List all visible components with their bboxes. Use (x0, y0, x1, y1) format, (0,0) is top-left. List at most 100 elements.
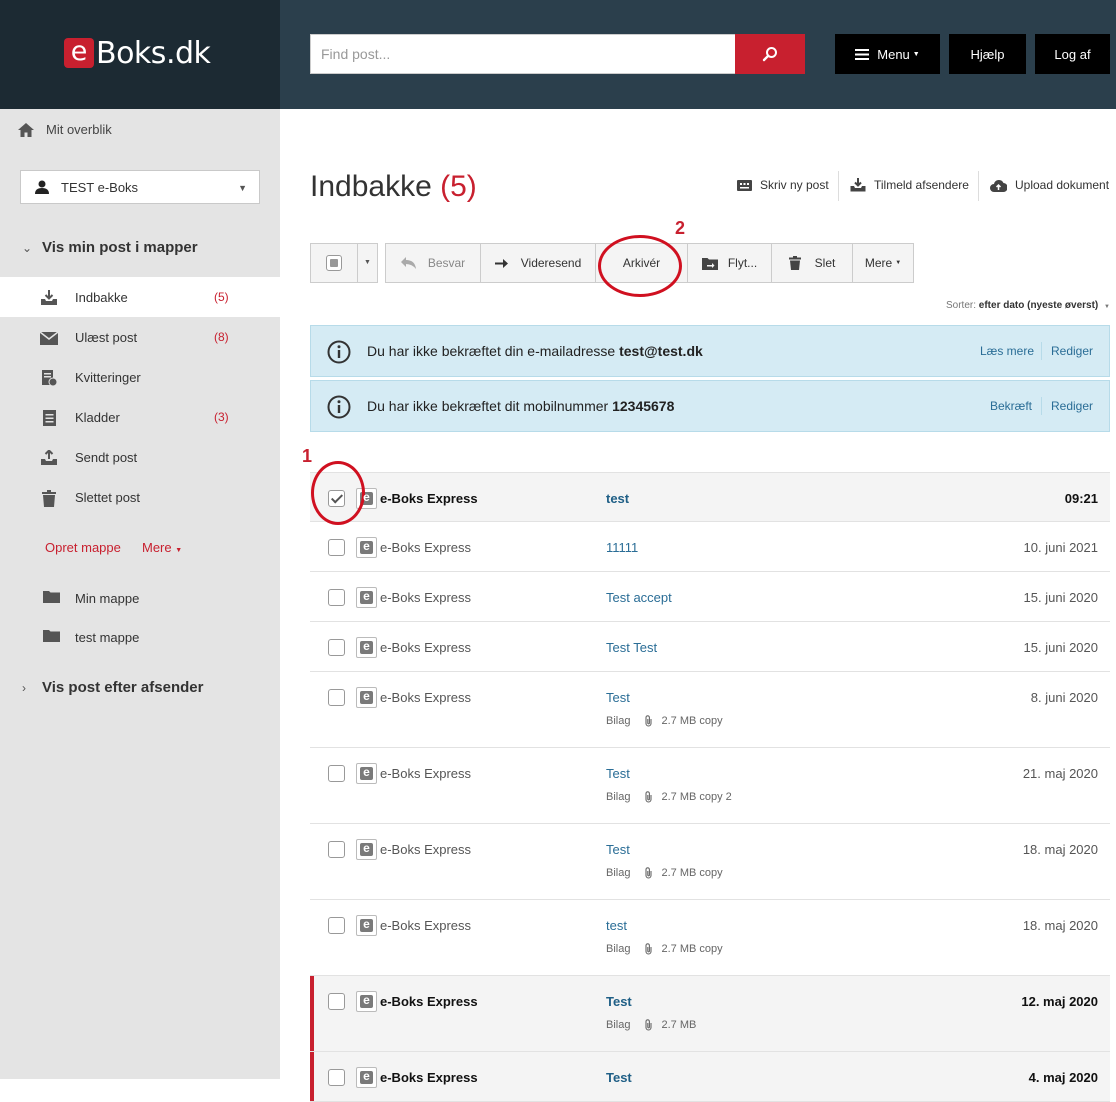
message-date: 15. juni 2020 (1023, 590, 1098, 605)
message-row[interactable]: e e-Boks Express Test 18. maj 2020 Bilag 2.7 … (310, 824, 1110, 900)
section-folders-toggle[interactable]: ⌄ Vis min post i mapper (22, 239, 198, 256)
confirm-link[interactable]: Bekræft (990, 399, 1032, 413)
message-row[interactable]: e e-Boks Express Test 21. maj 2020 Bilag 2.7 … (310, 748, 1110, 824)
sidebar-item-kladder[interactable]: Kladder (3) (0, 397, 280, 437)
message-attachment[interactable]: Bilag 2.7 MB copy (606, 867, 723, 879)
logout-button[interactable]: Log af (1035, 34, 1110, 74)
message-row[interactable]: e e-Boks Express test 09:21 (310, 472, 1110, 522)
sidebar-item-label: Kladder (75, 409, 120, 425)
home-link[interactable]: Mit overblik (18, 122, 112, 137)
message-row[interactable]: e e-Boks Express Test 4. maj 2020 (310, 1052, 1110, 1102)
message-checkbox[interactable] (328, 639, 345, 656)
sidebar-item-kvitteringer[interactable]: Kvitteringer (0, 357, 280, 397)
annotation-number: 2 (675, 218, 686, 238)
folder-item-min-mappe[interactable]: Min mappe (0, 580, 280, 616)
forward-button[interactable]: Videresend (481, 244, 596, 282)
menu-button[interactable]: Menu ▼ (835, 34, 940, 74)
message-subject[interactable]: Test (606, 842, 630, 857)
subscribe-senders-button[interactable]: Tilmeld afsendere (850, 178, 969, 192)
page-title-text: Indbakke (310, 170, 432, 203)
sidebar-item-ulaest[interactable]: Ulæst post (8) (0, 317, 280, 357)
message-subject[interactable]: Test (606, 1070, 632, 1085)
message-checkbox[interactable] (328, 765, 345, 782)
sender-icon-glyph: e (363, 589, 370, 603)
caret-down-icon: ▼ (175, 547, 183, 554)
read-more-link[interactable]: Læs mere (980, 344, 1034, 358)
email-notice: Du har ikke bekræftet din e-mailadresse … (310, 325, 1110, 377)
sort-dropdown[interactable]: Sorter: efter dato (nyeste øverst) ▼ (946, 300, 1110, 311)
message-checkbox[interactable] (328, 1069, 345, 1086)
folder-label: Min mappe (75, 590, 140, 606)
message-checkbox[interactable] (328, 689, 345, 706)
move-button[interactable]: Flyt... (688, 244, 772, 282)
logo-text: Boks.dk (96, 35, 211, 71)
message-checkbox[interactable] (328, 841, 345, 858)
message-checkbox[interactable] (328, 589, 345, 606)
message-row[interactable]: e e-Boks Express 11111 10. juni 2021 (310, 522, 1110, 572)
folder-icon (43, 629, 60, 645)
sidebar-item-indbakke[interactable]: Indbakke (5) (0, 277, 280, 317)
create-folder-link[interactable]: Opret mappe (45, 540, 121, 555)
eboks-sender-icon: e (356, 587, 377, 608)
write-post-button[interactable]: Skriv ny post (737, 178, 829, 192)
message-row[interactable]: e e-Boks Express Test Test 15. juni 2020 (310, 622, 1110, 672)
message-subject[interactable]: Test accept (606, 590, 672, 605)
annotation-circle (311, 461, 365, 525)
message-subject[interactable]: Test (606, 690, 630, 705)
eboks-sender-icon: e (356, 839, 377, 860)
message-attachment[interactable]: Bilag 2.7 MB (606, 1019, 696, 1031)
search-input[interactable] (310, 34, 736, 74)
search-button[interactable] (735, 34, 805, 74)
edit-mobile-link[interactable]: Rediger (1051, 399, 1093, 413)
paperclip-icon (645, 867, 653, 879)
upload-document-label: Upload dokument (1015, 178, 1110, 192)
message-row[interactable]: e e-Boks Express Test 8. juni 2020 Bilag 2.7 … (310, 672, 1110, 748)
message-subject[interactable]: Test (606, 766, 630, 781)
message-attachment[interactable]: Bilag 2.7 MB copy (606, 715, 723, 727)
more-actions-button[interactable]: Mere ▼ (853, 244, 913, 282)
select-all-checkbox[interactable] (326, 255, 342, 271)
move-label: Flyt... (727, 256, 758, 270)
message-date: 18. maj 2020 (1022, 918, 1098, 933)
sidebar-item-count: (3) (214, 410, 229, 424)
message-checkbox[interactable] (328, 917, 345, 934)
select-all-dropdown[interactable]: ▼ (310, 243, 378, 283)
message-attachment[interactable]: Bilag 2.7 MB copy (606, 943, 723, 955)
section-sender-toggle[interactable]: › Vis post efter afsender (22, 679, 203, 696)
attachment-name: 2.7 MB copy (661, 867, 723, 879)
message-subject[interactable]: test (606, 491, 629, 506)
eboks-sender-icon: e (356, 637, 377, 658)
edit-email-link[interactable]: Rediger (1051, 344, 1093, 358)
user-select[interactable]: TEST e-Boks ▼ (20, 170, 260, 204)
sender-icon-glyph: e (363, 639, 370, 653)
draft-icon (40, 409, 58, 427)
message-subject[interactable]: Test Test (606, 640, 657, 655)
sidebar-item-sendt[interactable]: Sendt post (0, 437, 280, 477)
message-sender: e-Boks Express (380, 918, 472, 933)
more-folders-link[interactable]: Mere ▼ (142, 540, 182, 555)
message-subject[interactable]: Test (606, 994, 632, 1009)
reply-button[interactable]: Besvar (386, 244, 481, 282)
message-row[interactable]: e e-Boks Express Test 12. maj 2020 Bilag 2.7 … (310, 976, 1110, 1052)
message-subject[interactable]: test (606, 918, 627, 933)
message-row[interactable]: e e-Boks Express test 18. maj 2020 Bilag 2.7 … (310, 900, 1110, 976)
attachment-label: Bilag (606, 791, 631, 803)
sidebar-item-label: Indbakke (75, 289, 128, 305)
upload-document-button[interactable]: Upload dokument (990, 178, 1109, 192)
logo-area: e Boks.dk (0, 0, 280, 109)
sidebar-item-slettet[interactable]: Slettet post (0, 477, 280, 517)
message-attachment[interactable]: Bilag 2.7 MB copy 2 (606, 791, 732, 803)
sort-value: efter dato (nyeste øverst) (978, 300, 1099, 311)
paperclip-icon (645, 715, 653, 727)
message-checkbox[interactable] (328, 539, 345, 556)
help-button[interactable]: Hjælp (949, 34, 1026, 74)
delete-button[interactable]: Slet (772, 244, 853, 282)
delete-label: Slet (814, 256, 836, 270)
folder-item-test-mappe[interactable]: test mappe (0, 619, 280, 655)
eboks-logo[interactable]: e Boks.dk (64, 35, 211, 71)
sender-icon-glyph: e (363, 689, 370, 703)
sidebar-item-count: (5) (214, 290, 229, 304)
message-subject[interactable]: 11111 (606, 540, 638, 555)
message-checkbox[interactable] (328, 993, 345, 1010)
message-row[interactable]: e e-Boks Express Test accept 15. juni 2020 (310, 572, 1110, 622)
